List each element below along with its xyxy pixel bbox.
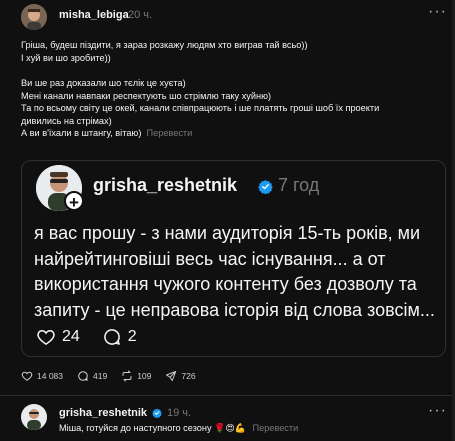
post-line: Гріша, будеш піздити, я зараз розкажу лю… [21,40,308,50]
comment-button[interactable]: 419 [77,370,107,382]
post-line: Ви ше раз доказали шо тєлік це хуєта) [21,78,186,88]
reply-time[interactable]: 19 ч. [167,407,191,419]
quoted-comment-count: 2 [127,328,137,345]
verified-badge-icon [258,179,273,194]
send-icon [166,371,177,381]
quoted-like-count: 24 [62,328,80,345]
share-count: 726 [181,371,196,381]
avatar[interactable] [21,4,47,30]
repost-icon [122,370,132,382]
post-line: І хуй ви шо зробите)) [21,52,111,63]
comment-bubble-icon [78,371,88,381]
repost-count: 109 [137,371,152,381]
post-line-text: А ви в'їхали в штангу, вітаю) [21,128,142,139]
author-username[interactable]: misha_lebiga [59,9,129,21]
reply-username[interactable]: grisha_reshetnik [59,407,147,419]
quoted-time[interactable]: 7 год [278,175,319,196]
heart-icon [37,329,55,345]
post-time[interactable]: 20 ч. [128,9,152,21]
quoted-like-button[interactable]: 24 [36,327,80,347]
comment-count: 419 [93,371,108,381]
verified-badge-icon [152,408,162,418]
repost-button[interactable]: 109 [121,370,151,382]
quoted-text: я вас прошу - з нами аудиторія 15-ть рок… [34,223,435,320]
reply-emojis: 🌹😍💪 [214,424,246,434]
post-line: Мені канали навпаки респектують шо стрім… [21,90,272,101]
like-button[interactable]: 14 083 [21,370,63,382]
comment-bubble-icon [104,329,120,345]
post-line: дивились на стрімах) [21,115,112,126]
divider [0,395,455,396]
follow-plus-icon[interactable]: + [64,191,84,212]
quoted-actions: 24 2 [36,327,159,347]
more-dots-icon[interactable]: ··· [428,402,447,420]
reply-text: Міша, готуйся до наступного сезону [59,423,212,433]
post-body: Гріша, будеш піздити, я зараз розкажу лю… [21,39,446,64]
translate-link[interactable]: Перевести [252,423,298,433]
like-count: 14 083 [37,371,63,381]
post-actions: 14 083 419 109 726 [21,370,210,382]
quoted-post-card[interactable]: + grisha_reshetnik 7 год я вас прошу - з… [21,160,446,357]
heart-icon [21,371,33,381]
reply-body: Міша, готуйся до наступного сезону 🌹😍💪 П… [59,423,298,434]
post-line: Та по всьому світу це окей, канали співп… [21,103,380,114]
translate-link[interactable]: Перевести [147,128,193,138]
post-body: Ви ше раз доказали шо тєлік це хуєта) Ме… [21,77,446,140]
post-line-last: А ви в'їхали в штангу, вітаю) Перевести [21,127,446,140]
more-dots-icon[interactable]: ··· [428,3,447,21]
share-button[interactable]: 726 [165,370,196,382]
reply-avatar[interactable] [21,404,47,430]
quoted-comment-button[interactable]: 2 [102,327,137,347]
quoted-username[interactable]: grisha_reshetnik [93,175,237,196]
